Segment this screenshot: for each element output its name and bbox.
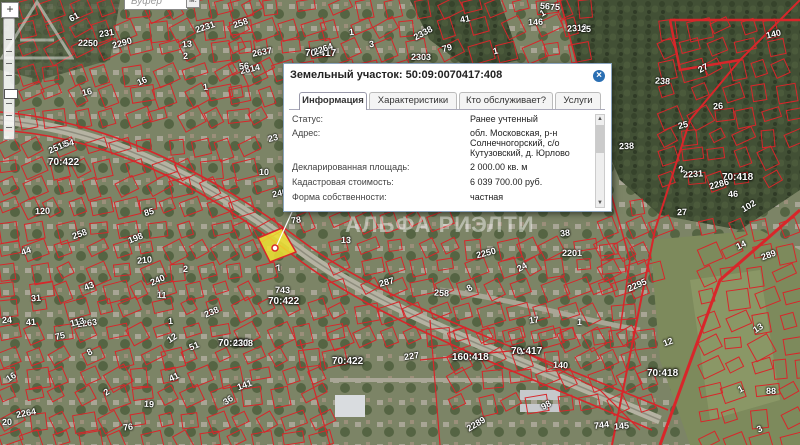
zone-label: 70:418 — [647, 368, 679, 379]
parcel-number-label: 19 — [143, 399, 155, 410]
parcel-number-label: 1 — [348, 26, 355, 37]
zone-label: 70:422 — [48, 157, 80, 168]
tab-services[interactable]: Услуги — [555, 92, 601, 109]
parcel-number-label: 27 — [677, 206, 688, 217]
scroll-down-icon[interactable]: ▼ — [596, 199, 604, 207]
parcel-number-label: 24 — [1, 314, 13, 325]
parcel-number-label: 238 — [654, 75, 670, 87]
info-label-area: Декларированная площадь: — [292, 162, 410, 172]
parcel-number-label: 258 — [433, 287, 450, 299]
zone-label: 70:422 — [268, 296, 300, 307]
info-value-area: 2 000.00 кв. м — [470, 162, 528, 172]
parcel-number-label: 1 — [167, 315, 174, 327]
parcel-number-label: 88 — [765, 386, 776, 397]
parcel-number-label: 210 — [136, 254, 153, 266]
parcel-number-label: 140 — [552, 359, 569, 371]
info-scrollbar[interactable]: ▲ ▼ — [595, 114, 605, 208]
info-label-address: Адрес: — [292, 128, 321, 138]
parcel-info-popup: Земельный участок: 50:09:0070417:408 × И… — [283, 63, 612, 212]
parcel-number-label: 238 — [618, 140, 635, 151]
parcel-number-label: 2 — [182, 51, 189, 62]
parcel-number-label: 26 — [712, 100, 724, 112]
tab-information[interactable]: Информация — [299, 92, 367, 110]
parcel-number-label: 17 — [528, 314, 540, 326]
parcel-number-label: 20 — [1, 417, 13, 428]
parcel-number-label: 31 — [30, 292, 42, 304]
parcel-number-label: 120 — [34, 206, 51, 217]
parcel-number-label: 25 — [581, 23, 592, 34]
parcel-number-label: 76 — [122, 420, 134, 433]
parcel-number-label: 38 — [559, 227, 571, 239]
info-label-ownership: Форма собственности: — [292, 192, 387, 202]
zone-label: 70:417 — [511, 346, 543, 357]
parcel-number-label: 25 — [676, 118, 689, 131]
parcel-number-label: 41 — [26, 316, 37, 328]
parcel-number-label: 11 — [157, 289, 168, 301]
info-label-cost: Кадастровая стоимость: — [292, 177, 394, 187]
parcel-number-label: 743 — [274, 285, 291, 296]
scroll-thumb[interactable] — [596, 125, 604, 153]
zoom-slider[interactable] — [3, 18, 18, 140]
info-value-address: обл. Московская, р-н Солнечногорский, с/… — [470, 128, 570, 158]
parcel-number-label: 2201 — [561, 247, 582, 258]
parcel-number-label: 2303 — [411, 51, 432, 62]
popup-title: Земельный участок: 50:09:0070417:408 — [290, 69, 503, 81]
parcel-number-label: 2 — [183, 264, 189, 275]
zoom-in-button[interactable]: + — [1, 2, 19, 18]
zone-label: 70:422 — [332, 356, 364, 367]
parcel-number-label: 10 — [258, 166, 269, 177]
tab-who-serves[interactable]: Кто обслуживает? — [459, 92, 553, 109]
parcel-number-label: 75 — [549, 2, 560, 13]
close-icon[interactable]: × — [593, 70, 605, 82]
zone-label: 160:418 — [452, 352, 489, 363]
parcel-number-label: 744 — [593, 418, 611, 431]
info-label-status: Статус: — [292, 114, 323, 124]
parcel-number-label: 78 — [290, 214, 303, 227]
parcel-number-label: 146 — [527, 16, 543, 27]
info-value-cost: 6 039 700.00 руб. — [470, 177, 543, 187]
parcel-number-label: 13 — [181, 38, 192, 50]
scroll-up-icon[interactable]: ▲ — [596, 115, 604, 123]
tab-characteristics[interactable]: Характеристики — [369, 92, 457, 109]
buffer-unit-button[interactable]: м. — [186, 0, 200, 8]
info-value-ownership: частная — [470, 192, 504, 202]
parcel-number-label: 46 — [728, 189, 739, 200]
parcel-number-label: 145 — [613, 420, 630, 432]
parcel-number-label: 2250 — [77, 38, 98, 49]
selected-parcel-marker — [271, 244, 279, 252]
parcel-number-label: 231 — [97, 26, 115, 39]
parcel-number-label: 54 — [62, 136, 75, 149]
parcel-number-label: 56 — [238, 60, 250, 72]
zoom-slider-thumb[interactable] — [4, 89, 18, 99]
watermark-text: АЛЬФА РИЭЛТИ — [345, 212, 535, 237]
info-table[interactable]: Статус: Ранее учтенный Адрес: обл. Моско… — [292, 114, 599, 206]
popup-tabs: Информация Характеристики Кто обслуживае… — [289, 87, 605, 110]
info-value-status: Ранее учтенный — [470, 114, 538, 124]
parcel-number-label: 56 — [539, 0, 551, 12]
parcel-number-label: 2308 — [233, 337, 254, 348]
buffer-input[interactable]: Буфер — [124, 0, 188, 10]
parcel-number-label: 1 — [576, 317, 583, 328]
